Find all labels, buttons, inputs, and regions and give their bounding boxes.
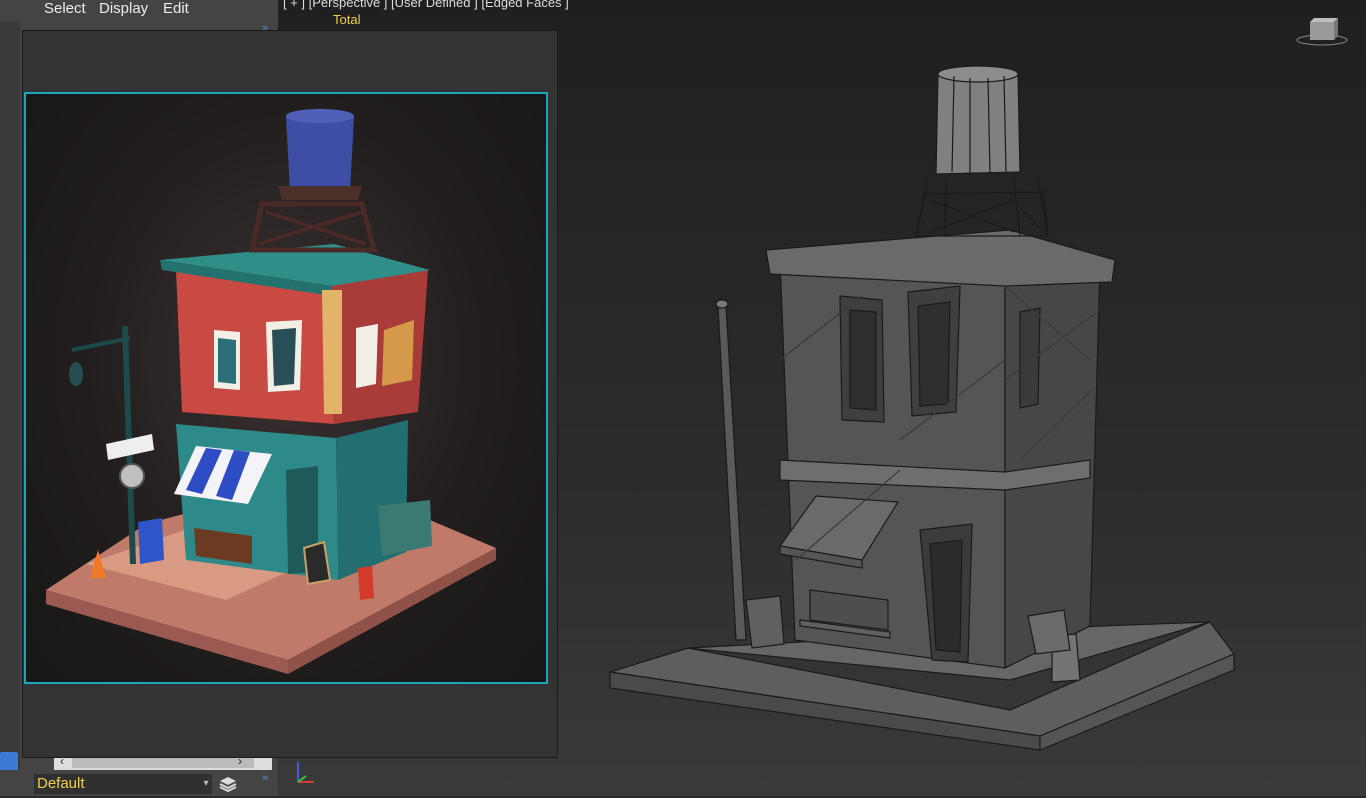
dropdown-arrow-icon[interactable]: ▾ — [200, 774, 212, 794]
viewport-label[interactable]: [ + ] [Perspective ] [User Defined ] [Ed… — [283, 0, 569, 10]
wireframe-model[interactable] — [600, 60, 1240, 760]
scene-explorer-menu-bar: Select Display Edit — [0, 0, 278, 22]
axis-gizmo-icon — [290, 758, 322, 788]
menu-edit[interactable]: Edit — [163, 0, 189, 17]
layers-icon[interactable] — [218, 775, 238, 793]
render-preview-image — [24, 92, 548, 684]
layer-dropdown[interactable]: Default — [34, 774, 200, 794]
menu-select[interactable]: Select — [44, 0, 86, 17]
chevron-right-icon[interactable]: » — [262, 772, 268, 784]
horizontal-scrollbar[interactable]: ‹ › — [54, 754, 272, 770]
scrollbar-thumb[interactable] — [72, 758, 254, 768]
viewcube-icon[interactable] — [1296, 16, 1348, 46]
menu-display[interactable]: Display — [99, 0, 148, 17]
command-strip — [0, 0, 20, 796]
statistics-total-label: Total — [333, 12, 361, 27]
